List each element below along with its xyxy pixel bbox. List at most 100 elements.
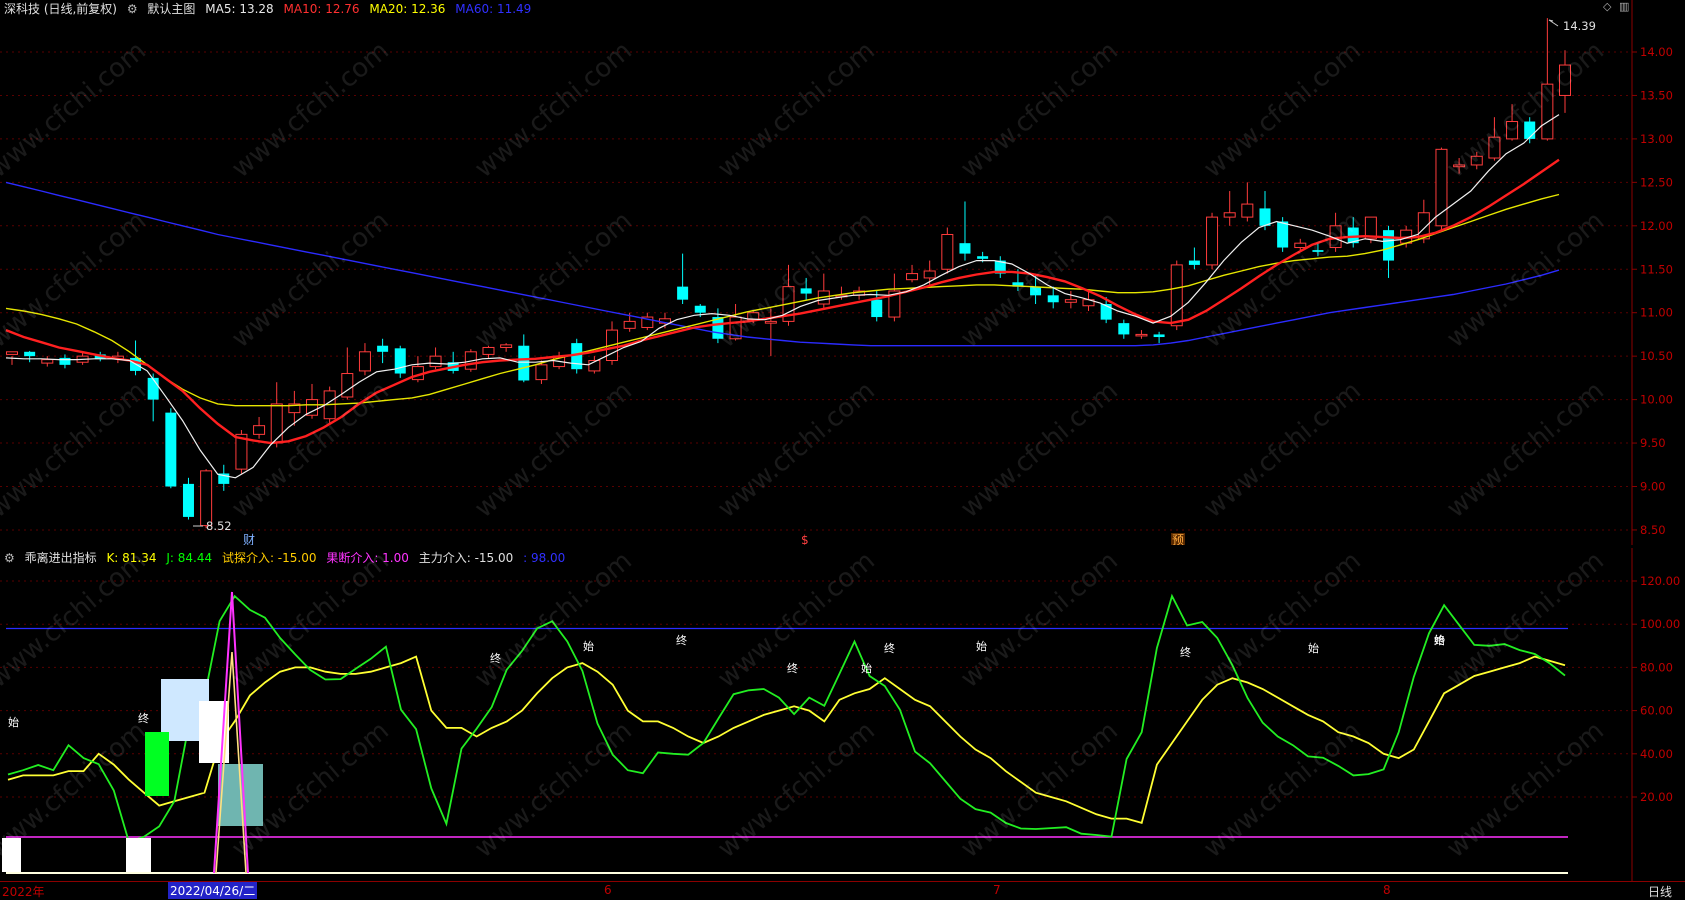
osc-tick-label: 20.00 [1640, 790, 1673, 804]
ma5-label: MA5: 13.28 [205, 2, 274, 16]
candle-body [677, 286, 689, 300]
date-month-8: 8 [1383, 883, 1391, 897]
k-value: K: 81.34 [106, 551, 157, 565]
candle-body [1506, 121, 1519, 140]
osc-signal-label: 终 [490, 651, 501, 665]
period-label[interactable]: 日线 [1648, 883, 1672, 900]
candle-body [1153, 334, 1165, 338]
candle-body [906, 273, 919, 281]
main-chart-panel[interactable]: 14.00 13.50 13.00 12.50 12.00 11.50 11.00 10.50… [0, 0, 1685, 545]
candle-body [1488, 136, 1501, 159]
candle-body [1294, 242, 1307, 249]
date-month-6: 6 [604, 883, 612, 897]
osc-tick-label: 40.00 [1640, 747, 1673, 761]
main-bg [0, 0, 1685, 545]
candle-body [482, 346, 495, 355]
candle-body [923, 270, 936, 279]
candle-body [959, 243, 971, 254]
candle-body [59, 357, 71, 365]
candle-body [764, 320, 777, 324]
candle-body [1383, 230, 1395, 261]
candle-body [1170, 264, 1183, 327]
osc-signal-label: 终 [884, 641, 895, 655]
price-tick-label: 12.50 [1640, 175, 1673, 189]
oscillator-name[interactable]: 乖离进出指标 [25, 551, 97, 565]
price-chart[interactable]: 14.00 13.50 13.00 12.50 12.00 11.50 11.00 10.50… [0, 0, 1685, 545]
candle-body [1064, 299, 1077, 303]
osc-signal-label: 始 [8, 715, 19, 729]
panel-toggle-icon[interactable]: ▥ [1619, 0, 1629, 13]
signal-box-white-left [2, 838, 21, 872]
osc-signal-label: 始 [976, 639, 987, 653]
signal-box-white-mid [126, 838, 151, 872]
decisive-value: 果断介入: 1.00 [326, 551, 409, 565]
candle-body [429, 355, 442, 368]
candle-body [6, 351, 18, 355]
candle-body [518, 345, 530, 381]
price-tick-label: 11.00 [1640, 306, 1673, 320]
candle-body [1206, 216, 1219, 266]
osc-signal-label: 始 [583, 639, 594, 653]
forecast-marker: 预 [1172, 533, 1184, 545]
date-cursor-label: 2022/04/26/二 [168, 882, 258, 899]
indicator-name[interactable]: 默认主图 [147, 2, 195, 16]
osc-tick-label: 100.00 [1640, 617, 1680, 631]
line-value: : 98.00 [523, 551, 566, 565]
osc-signal-label: 终 [138, 711, 149, 725]
price-tick-label: 12.00 [1640, 219, 1673, 233]
candle-body [253, 425, 266, 435]
candle-body [41, 359, 54, 364]
osc-signal-label: 始 [1434, 633, 1445, 647]
osc-signal-label: 终 [787, 661, 798, 675]
candle-body [394, 348, 406, 374]
try-value: 试探介入: -15.00 [221, 551, 317, 565]
j-value: J: 84.44 [166, 551, 213, 565]
candle-body [1435, 148, 1448, 227]
candle-body [270, 403, 283, 444]
candle-body [977, 256, 989, 259]
oscillator-panel[interactable]: 120.00 100.00 80.00 60.00 40.00 20.00 始终终始终终始终… [0, 548, 1685, 881]
dollar-marker: $ [801, 533, 809, 545]
candle-body [182, 483, 194, 517]
ma20-label: MA20: 12.36 [369, 2, 446, 16]
stock-title[interactable]: 深科技 (日线,前复权) [4, 2, 117, 16]
candle-body [535, 364, 548, 381]
candle-body [1453, 164, 1466, 168]
price-tick-label: 9.50 [1640, 436, 1666, 450]
date-year-label: 2022年 [2, 885, 45, 899]
settings-gear-icon[interactable]: ⚙ [4, 551, 15, 565]
candle-body [1470, 155, 1483, 166]
osc-signal-label: 终 [1180, 645, 1191, 659]
candle-body [1118, 323, 1130, 335]
candle-body [1047, 295, 1059, 303]
candle-body [1241, 203, 1254, 218]
candle-body [147, 377, 159, 400]
osc-signal-label: 终 [676, 633, 687, 647]
settings-gear-icon[interactable]: ⚙ [127, 2, 138, 16]
candle-body [500, 344, 513, 348]
candle-body [165, 412, 177, 487]
candle-body [1312, 250, 1324, 252]
candle-body [358, 351, 371, 372]
osc-signal-label: 始 [861, 661, 872, 675]
candle-body [871, 299, 883, 318]
osc-signal-label: 始 [1308, 641, 1319, 655]
price-tick-label: 9.00 [1640, 480, 1666, 494]
main-header: 深科技 (日线,前复权) ⚙ 默认主图 MA5: 13.28 MA10: 12.… [4, 0, 537, 17]
candle-body [24, 351, 36, 357]
price-tick-label: 13.50 [1640, 88, 1673, 102]
diamond-icon[interactable]: ◇ [1603, 0, 1611, 13]
date-axis[interactable]: 2022年 2022/04/26/二 6 7 8 日线 [0, 881, 1685, 899]
oscillator-chart[interactable]: 120.00100.0080.0060.0040.0020.00始 终终始 终终 始终… [0, 548, 1685, 881]
candle-body [1541, 83, 1554, 140]
price-tick-label: 10.50 [1640, 349, 1673, 363]
candle-body [377, 345, 389, 352]
price-tick-label: 8.50 [1640, 523, 1666, 537]
low-price-label: 8.52 [206, 519, 232, 533]
high-price-label: 14.39 [1563, 19, 1596, 33]
candle-body [1524, 121, 1536, 139]
date-month-7: 7 [993, 883, 1001, 897]
candle-body [1223, 212, 1236, 218]
candle-body [1188, 260, 1200, 265]
price-tick-label: 10.00 [1640, 393, 1673, 407]
